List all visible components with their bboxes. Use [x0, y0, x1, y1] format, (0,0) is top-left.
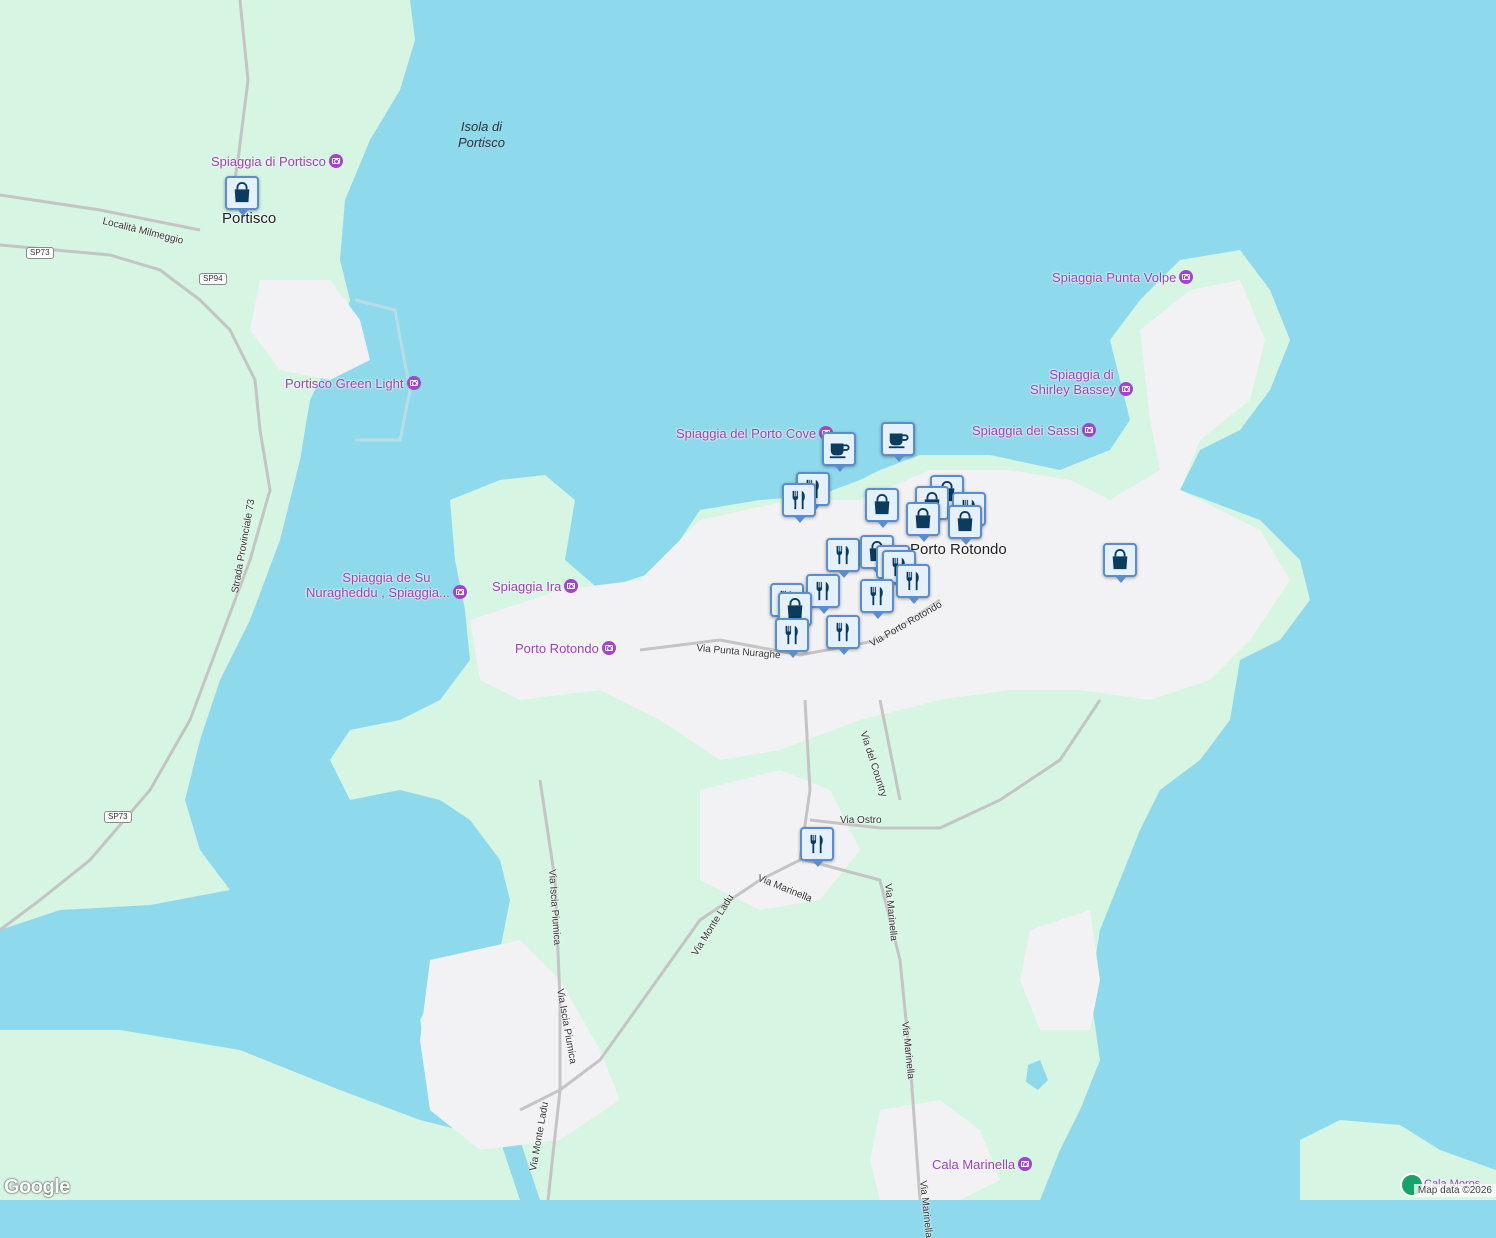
poi-label: Porto Rotondo — [515, 641, 599, 656]
poi-label: Spiaggia Punta Volpe — [1052, 270, 1177, 285]
fork-knife-icon — [781, 624, 803, 646]
poi-label-line2: Shirley Bassey — [1030, 382, 1116, 397]
poi-spiaggia-dei-sassi[interactable]: Spiaggia dei Sassi — [972, 423, 1096, 438]
shopping-marker[interactable] — [1103, 543, 1137, 583]
town-label-porto-rotondo[interactable]: Porto Rotondo — [910, 541, 1007, 558]
poi-spiaggia-punta-volpe[interactable]: Spiaggia Punta Volpe — [1052, 270, 1194, 285]
poi-label: Portisco Green Light — [285, 376, 404, 391]
fork-knife-icon — [806, 833, 828, 855]
restaurant-marker[interactable] — [896, 564, 930, 604]
island-label: Isola di Portisco — [458, 119, 505, 151]
shopping-bag-icon — [912, 508, 934, 530]
camera-icon — [1118, 382, 1133, 396]
poi-label: Spiaggia dei Sassi — [972, 423, 1079, 438]
fork-knife-icon — [866, 585, 888, 607]
poi-spiaggia-di-portisco[interactable]: Spiaggia di Portisco — [211, 154, 343, 169]
town-label-portisco[interactable]: Portisco — [222, 210, 276, 227]
road-shield: SP94 — [199, 273, 227, 285]
poi-spiaggia-ira[interactable]: Spiaggia Ira — [492, 579, 579, 594]
poi-portisco-green-light[interactable]: Portisco Green Light — [285, 376, 421, 391]
coffee-cup-icon — [828, 438, 850, 460]
poi-label: Spiaggia Ira — [492, 579, 562, 594]
fork-knife-icon — [832, 544, 854, 566]
map-attribution[interactable]: Map data ©2026 — [1413, 1184, 1496, 1197]
poi-label: Spiaggia di Portisco — [211, 154, 326, 169]
fork-knife-icon — [812, 580, 834, 602]
shopping-marker[interactable] — [225, 176, 259, 216]
poi-spiaggia-del-porto-cove[interactable]: Spiaggia del Porto Cove — [676, 426, 834, 441]
camera-icon — [564, 579, 579, 593]
shopping-marker[interactable] — [906, 502, 940, 542]
poi-label: Cala Marinella — [932, 1157, 1016, 1172]
camera-icon — [452, 585, 467, 599]
poi-spiaggia-shirley-bassey[interactable]: Spiaggia di Shirley Bassey — [1030, 367, 1133, 397]
poi-label-line2: Nuragheddu , Spiaggia... — [306, 585, 450, 600]
shopping-bag-icon — [954, 511, 976, 533]
restaurant-marker[interactable] — [800, 827, 834, 867]
poi-porto-rotondo[interactable]: Porto Rotondo — [515, 641, 616, 656]
google-logo[interactable]: Google — [4, 1176, 70, 1199]
fork-knife-icon — [902, 570, 924, 592]
fork-knife-icon — [788, 489, 810, 511]
cafe-marker[interactable] — [881, 422, 915, 462]
fork-knife-icon — [832, 621, 854, 643]
camera-icon — [1179, 270, 1194, 284]
restaurant-marker[interactable] — [775, 618, 809, 658]
road-label-via-ostro: Via Ostro — [840, 815, 882, 826]
poi-label-line1: Spiaggia di — [1049, 367, 1114, 382]
restaurant-marker[interactable] — [826, 538, 860, 578]
poi-label: Spiaggia del Porto Cove — [676, 426, 817, 441]
poi-spiaggia-de-su-nuragheddu[interactable]: Spiaggia de Su Nuragheddu , Spiaggia... — [306, 570, 467, 600]
shopping-marker[interactable] — [865, 488, 899, 528]
restaurant-marker[interactable] — [860, 579, 894, 619]
road-shield: SP73 — [26, 247, 54, 259]
cafe-marker[interactable] — [822, 432, 856, 472]
poi-cala-marinella[interactable]: Cala Marinella — [932, 1157, 1033, 1172]
camera-icon — [406, 376, 421, 390]
camera-icon — [1018, 1157, 1033, 1171]
shopping-bag-icon — [871, 494, 893, 516]
island-label-line2: Portisco — [458, 135, 505, 150]
shopping-bag-icon — [1109, 549, 1131, 571]
poi-label-line1: Spiaggia de Su — [342, 570, 431, 585]
camera-icon — [328, 154, 343, 168]
restaurant-marker[interactable] — [826, 615, 860, 655]
restaurant-marker[interactable] — [782, 483, 816, 523]
island-label-line1: Isola di — [460, 119, 503, 134]
road-shield: SP73 — [104, 811, 132, 823]
shopping-bag-icon — [231, 182, 253, 204]
coffee-cup-icon — [887, 428, 909, 450]
camera-icon — [1081, 423, 1096, 437]
shopping-bag-icon — [784, 598, 806, 620]
camera-icon — [601, 641, 616, 655]
shopping-marker[interactable] — [948, 505, 982, 545]
